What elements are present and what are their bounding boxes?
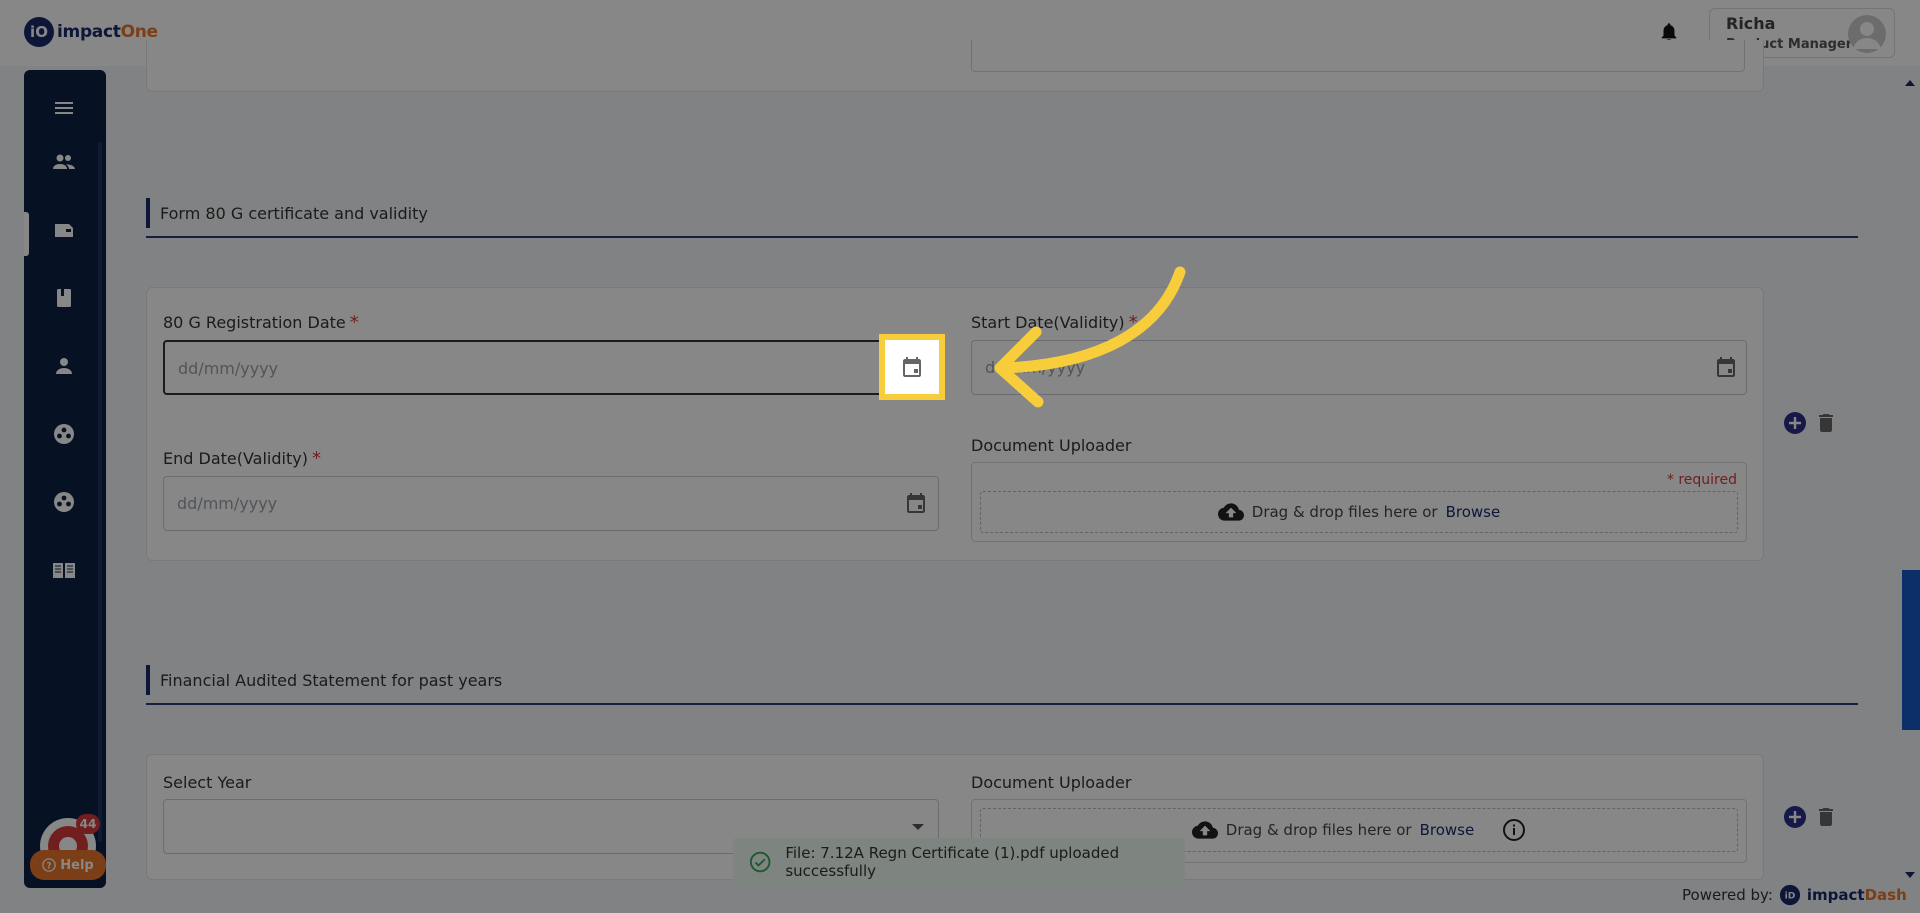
required-asterisk: * xyxy=(349,312,359,333)
sidebar-item-communities[interactable] xyxy=(48,486,80,518)
svg-text:iD: iD xyxy=(1785,891,1796,902)
highlighted-calendar-button[interactable] xyxy=(879,334,945,400)
required-note: * required xyxy=(1666,472,1737,488)
check-circle-icon xyxy=(749,851,771,873)
section-financial-divider xyxy=(146,703,1858,705)
browse-link[interactable]: Browse xyxy=(1420,821,1475,839)
brand-main: impact xyxy=(1806,886,1865,904)
section-accent-bar xyxy=(146,665,150,695)
help-button[interactable]: ? Help xyxy=(30,850,106,880)
section-80g-divider xyxy=(146,236,1858,238)
document-uploader-label: Document Uploader xyxy=(971,436,1132,455)
brand-accent: Dash xyxy=(1864,886,1907,904)
people-icon xyxy=(53,154,75,169)
toast-message: File: 7.12A Regn Certificate (1).pdf upl… xyxy=(785,844,1120,880)
help-label: Help xyxy=(60,857,94,873)
sidebar-item-library[interactable] xyxy=(48,554,80,586)
info-icon[interactable] xyxy=(1502,818,1526,842)
end-date-placeholder: dd/mm/yyyy xyxy=(177,494,278,513)
sidebar xyxy=(24,70,106,888)
drop-text: Drag & drop files here or xyxy=(1225,821,1412,839)
sidebar-item-people[interactable] xyxy=(48,146,80,178)
cloud-upload-icon xyxy=(1217,503,1244,521)
section-financial-header: Financial Audited Statement for past yea… xyxy=(146,665,502,695)
open-book-icon xyxy=(53,563,75,578)
cloud-upload-icon xyxy=(1191,821,1218,839)
group-circle-icon xyxy=(54,492,74,512)
delete-row-icon[interactable] xyxy=(1814,411,1838,435)
menu-icon xyxy=(55,102,73,114)
tutorial-pointer-arrow-icon xyxy=(994,266,1186,408)
powered-by-footer: Powered by: iD impactDash xyxy=(1682,884,1907,906)
registration-date-placeholder: dd/mm/yyyy xyxy=(178,359,279,378)
logo-text-main: impact xyxy=(57,22,121,42)
sidebar-active-indicator xyxy=(24,212,29,256)
chevron-down-icon xyxy=(912,824,924,830)
section-80g-title: Form 80 G certificate and validity xyxy=(160,203,428,223)
sidebar-item-book[interactable] xyxy=(48,282,80,314)
calendar-icon[interactable] xyxy=(1714,355,1738,379)
section-accent-bar xyxy=(146,198,150,228)
book-icon xyxy=(57,289,71,307)
document-uploader: * required Drag & drop files here or Bro… xyxy=(971,462,1747,542)
registration-date-input[interactable]: dd/mm/yyyy xyxy=(163,340,939,395)
sidebar-item-groups[interactable] xyxy=(48,418,80,450)
calendar-icon xyxy=(903,357,921,377)
svg-text:?: ? xyxy=(47,862,52,872)
help-circle-icon: ? xyxy=(42,858,57,872)
avatar-person-icon xyxy=(1853,22,1881,49)
add-row-icon[interactable] xyxy=(1783,411,1807,435)
scrollbar-thumb[interactable] xyxy=(1902,570,1920,730)
sidebar-scrollbar[interactable] xyxy=(98,142,102,842)
required-asterisk: * xyxy=(311,448,321,469)
section-financial-title: Financial Audited Statement for past yea… xyxy=(160,670,503,690)
sidebar-menu-toggle[interactable] xyxy=(48,92,80,124)
section-80g-card: 80 G Registration Date * dd/mm/yyyy Start… xyxy=(146,287,1764,561)
browse-link[interactable]: Browse xyxy=(1446,503,1501,521)
scroll-up-arrow-icon[interactable] xyxy=(1900,74,1920,94)
impactdash-logo-icon: iD xyxy=(1779,884,1800,906)
select-year-label: Select Year xyxy=(163,773,252,792)
delete-row-icon[interactable] xyxy=(1814,805,1838,829)
drop-text: Drag & drop files here or xyxy=(1251,503,1438,521)
add-row-icon[interactable] xyxy=(1783,805,1807,829)
logo-text-accent: One xyxy=(120,22,158,42)
previous-section-card xyxy=(146,40,1764,92)
financial-uploader-label: Document Uploader xyxy=(971,773,1132,792)
avatar xyxy=(1848,15,1886,53)
page-scrollbar[interactable] xyxy=(1900,70,1920,886)
impactdash-brand: impactDash xyxy=(1807,886,1907,904)
end-date-input[interactable]: dd/mm/yyyy xyxy=(163,476,939,531)
end-date-label-text: End Date(Validity) xyxy=(163,449,308,468)
logo-mark: iO xyxy=(24,17,54,47)
wallet-icon xyxy=(55,224,73,237)
chat-unread-count: 44 xyxy=(76,814,100,834)
user-name: Richa xyxy=(1726,14,1776,33)
scroll-down-arrow-icon[interactable] xyxy=(1900,864,1920,884)
logo-text: impactOne xyxy=(57,22,158,42)
section-80g-header: Form 80 G certificate and validity xyxy=(146,198,428,228)
registration-date-label: 80 G Registration Date * xyxy=(163,312,359,333)
sidebar-item-wallet[interactable] xyxy=(48,214,80,246)
impactone-logo[interactable]: iO impactOne xyxy=(24,17,158,47)
previous-section-field[interactable] xyxy=(971,40,1745,72)
sidebar-item-person[interactable] xyxy=(48,350,80,382)
file-dropzone[interactable]: Drag & drop files here or Browse xyxy=(980,491,1738,533)
group-circle-icon xyxy=(54,424,74,444)
powered-by-label: Powered by: xyxy=(1682,886,1773,904)
end-date-label: End Date(Validity) * xyxy=(163,448,321,469)
person-icon xyxy=(56,358,72,374)
registration-date-label-text: 80 G Registration Date xyxy=(163,313,346,332)
upload-success-toast: File: 7.12A Regn Certificate (1).pdf upl… xyxy=(733,838,1185,886)
calendar-icon[interactable] xyxy=(904,491,928,515)
